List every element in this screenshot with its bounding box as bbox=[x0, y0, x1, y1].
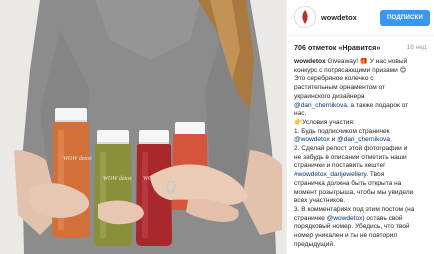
caption-text: страничке bbox=[294, 214, 327, 222]
caption-text: 👉Условия участия: bbox=[294, 118, 355, 126]
bottle-orange bbox=[52, 108, 90, 238]
caption-text: , а также подарок от bbox=[346, 101, 409, 109]
post-side-panel: wowdetox ПОДПИСКИ 706 отметок «Нравится»… bbox=[286, 0, 434, 254]
caption-line: растительным орнаментом от bbox=[294, 84, 431, 93]
caption-line: странички и поставить хештег bbox=[294, 162, 431, 171]
caption-text: странички и поставить хештег bbox=[294, 162, 386, 170]
caption-text: предыдущий. bbox=[294, 240, 335, 248]
bottle-logo-1: WOW detox bbox=[63, 156, 92, 162]
caption-line: момент розыгрыша, чтобы мы увидели bbox=[294, 189, 431, 198]
caption-mention-link[interactable]: @dari_chernikova bbox=[294, 102, 347, 109]
caption-line: #wowdetox_darijewellery. Твоя bbox=[294, 171, 431, 180]
caption-line: @dari_chernikova, а также подарок от bbox=[294, 102, 431, 111]
caption-mention-link[interactable]: #wowdetox_darijewellery bbox=[294, 171, 366, 178]
caption-text: 2. Сделай репост этой фотографии и bbox=[294, 145, 408, 153]
caption-text: конкурс с потрясающими призами 😊 bbox=[294, 66, 407, 74]
photo-illustration: WOW detox WOW detox WOW detox bbox=[0, 0, 286, 254]
caption-line: порядковый номер. Убедись, что твой bbox=[294, 223, 431, 232]
caption-line: 1. Будь подписчиком страничек bbox=[294, 128, 431, 137]
caption-text: ) оставь свой bbox=[362, 214, 403, 222]
caption-line: страничка должна быть открыта на bbox=[294, 180, 431, 189]
wowdetox-logo-icon bbox=[295, 7, 315, 27]
caption-text: Giveaway! 🎁 У нас новый bbox=[325, 58, 408, 65]
follow-button[interactable]: ПОДПИСКИ bbox=[380, 10, 430, 26]
caption-text: украинского дизайнера bbox=[294, 92, 365, 100]
caption-mention-link[interactable]: @wowdetox bbox=[327, 215, 363, 222]
caption-line: 2. Сделай репост этой фотографии и bbox=[294, 145, 431, 154]
caption-mention-link[interactable]: @dari_chernikova bbox=[337, 136, 390, 143]
caption-line: 👉Условия участия: bbox=[294, 119, 431, 128]
caption-text: растительным орнаментом от bbox=[294, 84, 386, 92]
caption-line: украинского дизайнера bbox=[294, 93, 431, 102]
caption-line: нас. bbox=[294, 110, 431, 119]
caption-username[interactable]: wowdetox bbox=[294, 58, 326, 65]
likes-count[interactable]: 706 отметок «Нравится» bbox=[294, 43, 380, 52]
caption-text: всех участников. bbox=[294, 197, 346, 205]
post-age[interactable]: 18 нед. bbox=[407, 44, 428, 51]
caption-line: всех участников. bbox=[294, 197, 431, 206]
caption-text: страничка должна быть открыта на bbox=[294, 179, 402, 187]
caption-text: порядковый номер. Убедись, что твой bbox=[294, 223, 410, 231]
avatar[interactable] bbox=[294, 6, 316, 28]
caption-text: не забудь в описании отметить наши bbox=[294, 153, 407, 161]
header-username[interactable]: wowdetox bbox=[321, 13, 357, 22]
caption-text: 1. Будь подписчиком страничек bbox=[294, 127, 390, 135]
caption-line: wowdetox Giveaway! 🎁 У нас новый bbox=[294, 58, 431, 67]
caption-text: нас. bbox=[294, 110, 307, 118]
caption-text: момент розыгрыша, чтобы мы увидели bbox=[294, 188, 414, 196]
post-photo[interactable]: WOW detox WOW detox WOW detox bbox=[0, 0, 286, 254]
caption-text: номер уникален и ты не повторил bbox=[294, 232, 398, 240]
caption-line: номер уникален и ты не повторил bbox=[294, 232, 431, 241]
caption-line: @wowdetox и @dari_chernikova bbox=[294, 136, 431, 145]
caption-line: предыдущий. bbox=[294, 241, 431, 250]
caption-mention-link[interactable]: @wowdetox bbox=[294, 136, 330, 143]
bottle-logo-2: WOW detox bbox=[103, 176, 132, 182]
caption-text: . Твоя bbox=[366, 171, 385, 179]
caption-text: и bbox=[329, 136, 338, 144]
caption-text: Это серебряное колечко с bbox=[294, 75, 374, 83]
post-header: wowdetox ПОДПИСКИ bbox=[287, 0, 434, 36]
post-caption: wowdetox Giveaway! 🎁 У нас новый конкурс … bbox=[294, 58, 431, 254]
bottle-green bbox=[94, 130, 132, 246]
caption-line: не забудь в описании отметить наши bbox=[294, 154, 431, 163]
caption-line: Это серебряное колечко с bbox=[294, 75, 431, 84]
caption-text: 3. В комментариях под этим постом (на bbox=[294, 205, 415, 213]
caption-line: 3. В комментариях под этим постом (на bbox=[294, 206, 431, 215]
